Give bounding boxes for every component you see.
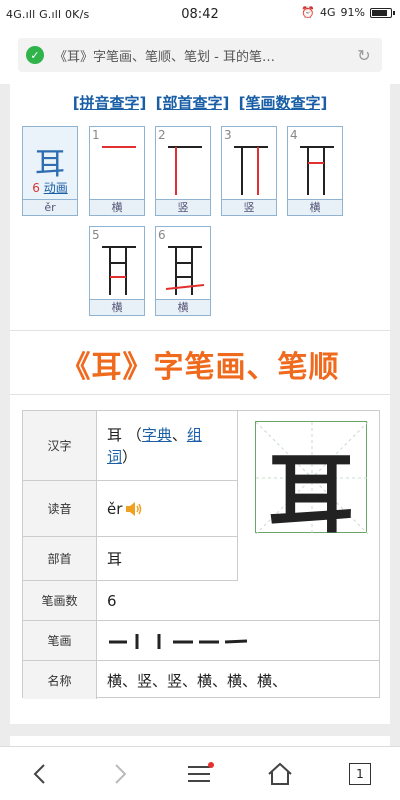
back-button[interactable] [20,757,60,791]
stroke-name: 竖 [222,199,276,215]
lookup-links: [拼音查字] [部首查字] [笔画数查字] [10,92,390,113]
hanzi-value: 耳 （字典、组词） [107,411,231,480]
stroke-step-3: 3 竖 [221,126,277,216]
table-row-hanzi: 汉字 耳 （字典、组词） [23,411,238,481]
bihuashu-label: 笔画数 [23,581,97,620]
menu-button[interactable] [180,757,220,791]
stroke-step-5: 5 横 [89,226,145,316]
paren-close: ） [122,447,138,466]
stroke-diagram [300,146,334,195]
table-row-bihua: 笔画 [23,621,379,661]
mingcheng-label: 名称 [23,661,97,699]
stroke-sequence [107,621,373,660]
stroke-name: 横 [156,299,210,315]
stroke-diagram [168,146,202,195]
animation-link[interactable]: 6 动画 [23,179,77,196]
table-row-mingcheng: 名称 横、竖、竖、横、横、横、 [23,661,379,699]
hanzi-char: 耳 [107,425,123,444]
zidian-link[interactable]: 字典 [142,426,172,444]
reload-icon[interactable]: ↻ [354,46,374,65]
paren-open: （ [126,425,142,444]
stroke-step-2: 2 竖 [155,126,211,216]
stroke-name: 横 [90,199,144,215]
battery-icon [370,7,395,18]
stroke-name: 横 [90,299,144,315]
bihua-label: 笔画 [23,621,97,660]
stroke-sequence-image [109,633,248,649]
table-row-bihuashu: 笔画数 6 [23,581,379,621]
content-card: [拼音查字] [部首查字] [笔画数查字] 耳 6 动画 ěr 1 横 2 竖 … [10,84,390,724]
bihuashu-value: 6 [107,591,117,610]
stroke-count-lookup-link[interactable]: [笔画数查字] [239,94,328,112]
stroke-total: 6 [32,181,40,195]
status-bar: 4G.ıll G.ıll 0K/s 08:42 ⏰ 4G 91% [0,0,400,28]
divider [10,330,390,331]
bottom-navigation: 1 [0,746,400,800]
divider [10,394,390,395]
duyin-label: 读音 [23,481,97,536]
speaker-icon[interactable] [124,500,142,518]
stroke-diagram [102,246,136,295]
page-title[interactable]: 《耳》字笔画、笔顺、笔划 - 耳的笔… [54,46,354,65]
alarm-icon: ⏰ [301,6,316,19]
battery-percent: 91% [340,6,365,19]
character-pinyin: ěr [23,199,77,215]
menu-icon [188,762,214,782]
table-row-duyin: 读音 ěr [23,481,238,537]
section-heading: 《耳》字笔画、笔顺 [60,350,340,385]
tabs-button[interactable]: 1 [340,757,380,791]
home-button[interactable] [260,757,300,791]
radical-lookup-link[interactable]: [部首查字] [156,94,230,112]
character-box[interactable]: 耳 6 动画 ěr [22,126,78,216]
animation-label[interactable]: 动画 [44,181,68,195]
stroke-name: 竖 [156,199,210,215]
duyin-value-wrap: ěr [107,481,231,536]
back-icon [33,764,45,784]
table-row-bushou: 部首 耳 [23,537,238,581]
status-right: ⏰ 4G 91% [301,6,395,19]
stroke-step-1: 1 横 [89,126,145,216]
pinyin-lookup-link[interactable]: [拼音查字] [73,94,147,112]
stroke-step-6: 6 横 [155,226,211,316]
home-icon [268,762,292,785]
forward-button[interactable] [100,757,140,791]
hanzi-label: 汉字 [23,411,97,480]
bushou-value: 耳 [107,550,123,568]
stroke-diagram [165,246,205,295]
stroke-diagram [234,146,268,195]
network-label: 4G [320,6,336,19]
character-info-table: 汉字 耳 （字典、组词） 读音 ěr 部首 耳 笔画数 6 笔画 名称 横、竖、… [22,410,380,699]
bushou-label: 部首 [23,537,97,580]
character-large-glyph: 耳 [268,444,354,545]
stroke-step-4: 4 横 [287,126,343,216]
character-image: 耳 [255,421,368,545]
stroke-diagram [102,146,136,148]
tab-count: 1 [349,763,371,785]
separator: 、 [171,425,187,444]
duyin-value: ěr [107,499,123,518]
forward-icon [115,764,127,784]
stroke-name: 横 [288,199,342,215]
address-bar[interactable]: ✓ 《耳》字笔画、笔顺、笔划 - 耳的笔… ↻ [18,38,382,72]
character-glyph: 耳 [35,147,65,182]
mingcheng-value: 横、竖、竖、横、横、横、 [107,671,288,690]
browser-toolbar: ✓ 《耳》字笔画、笔顺、笔划 - 耳的笔… ↻ [0,28,400,84]
secure-shield-icon: ✓ [26,46,44,64]
